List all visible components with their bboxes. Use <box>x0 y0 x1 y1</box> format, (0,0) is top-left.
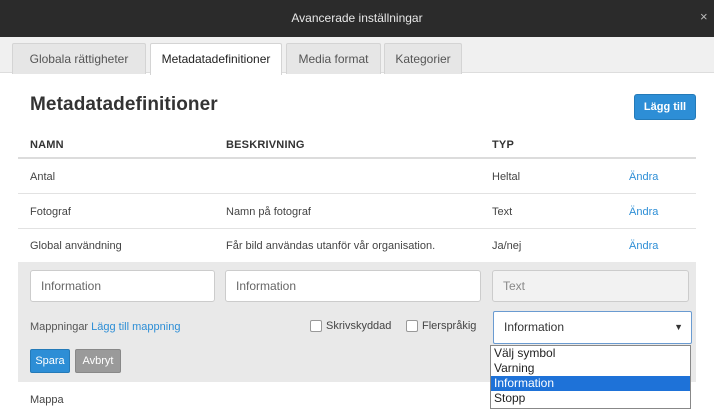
symbol-select-value: Information <box>504 320 565 334</box>
dropdown-option[interactable]: Välj symbol <box>491 346 690 361</box>
edit-link[interactable]: Ändra <box>629 240 658 252</box>
save-button[interactable]: Spara <box>30 349 70 373</box>
row-type: Text <box>492 206 513 218</box>
dropdown-option[interactable]: Varning <box>491 361 690 376</box>
multilingual-label: Flerspråkig <box>422 320 477 332</box>
tab-globala-rattigheter[interactable]: Globala rättigheter <box>12 43 146 74</box>
symbol-dropdown-list[interactable]: Välj symbol Varning Information Stopp <box>490 345 691 409</box>
checkbox-box[interactable] <box>406 320 418 332</box>
cancel-button[interactable]: Avbryt <box>75 349 121 373</box>
table-row: Global användning Får bild användas utan… <box>18 228 696 263</box>
table-row: Fotograf Namn på fotograf Text Ändra <box>18 194 696 229</box>
row-description: Får bild användas utanför vår organisati… <box>226 240 436 252</box>
tab-metadatadefinitioner[interactable]: Metadatadefinitioner <box>150 43 282 75</box>
readonly-checkbox[interactable]: Skrivskyddad <box>310 320 391 332</box>
edit-link[interactable]: Ändra <box>629 206 658 218</box>
row-name: Global användning <box>30 240 122 252</box>
add-button[interactable]: Lägg till <box>634 94 696 120</box>
row-name: Fotograf <box>30 206 71 218</box>
description-input[interactable]: Information <box>225 270 481 302</box>
name-input[interactable]: Information <box>30 270 215 302</box>
add-mapping-link[interactable]: Lägg till mappning <box>91 321 180 333</box>
column-header-description: BESKRIVNING <box>226 139 305 151</box>
row-description: Namn på fotograf <box>226 206 311 218</box>
edit-link[interactable]: Ändra <box>629 171 658 183</box>
row-name: Antal <box>30 171 56 183</box>
table-row: Antal Heltal Ändra <box>18 159 696 194</box>
dropdown-option-selected[interactable]: Information <box>491 376 690 391</box>
readonly-label: Skrivskyddad <box>326 320 392 332</box>
column-header-type: TYP <box>492 139 514 151</box>
row-type: Heltal <box>492 171 521 183</box>
symbol-select[interactable]: Information ▼ <box>493 311 692 344</box>
tab-media-format[interactable]: Media format <box>286 43 381 74</box>
column-header-name: NAMN <box>30 139 64 151</box>
multilingual-checkbox[interactable]: Flerspråkig <box>406 320 476 332</box>
row-type: Ja/nej <box>492 240 522 252</box>
checkbox-box[interactable] <box>310 320 322 332</box>
mappings-label-text: Mappningar <box>30 321 89 333</box>
type-input: Text <box>492 270 689 302</box>
window-title: Avancerade inställningar <box>291 11 423 25</box>
window-titlebar: Avancerade inställningar × <box>0 0 714 37</box>
tab-bar: Globala rättigheter Metadatadefinitioner… <box>0 37 714 75</box>
tab-kategorier[interactable]: Kategorier <box>384 43 462 74</box>
mappings-label: Mappningar Lägg till mappning <box>30 321 180 333</box>
table-row-partial: Mappa <box>30 394 64 406</box>
chevron-down-icon: ▼ <box>674 322 683 332</box>
close-icon[interactable]: × <box>700 10 712 24</box>
dropdown-option[interactable]: Stopp <box>491 391 690 406</box>
page-title: Metadatadefinitioner <box>30 94 218 115</box>
